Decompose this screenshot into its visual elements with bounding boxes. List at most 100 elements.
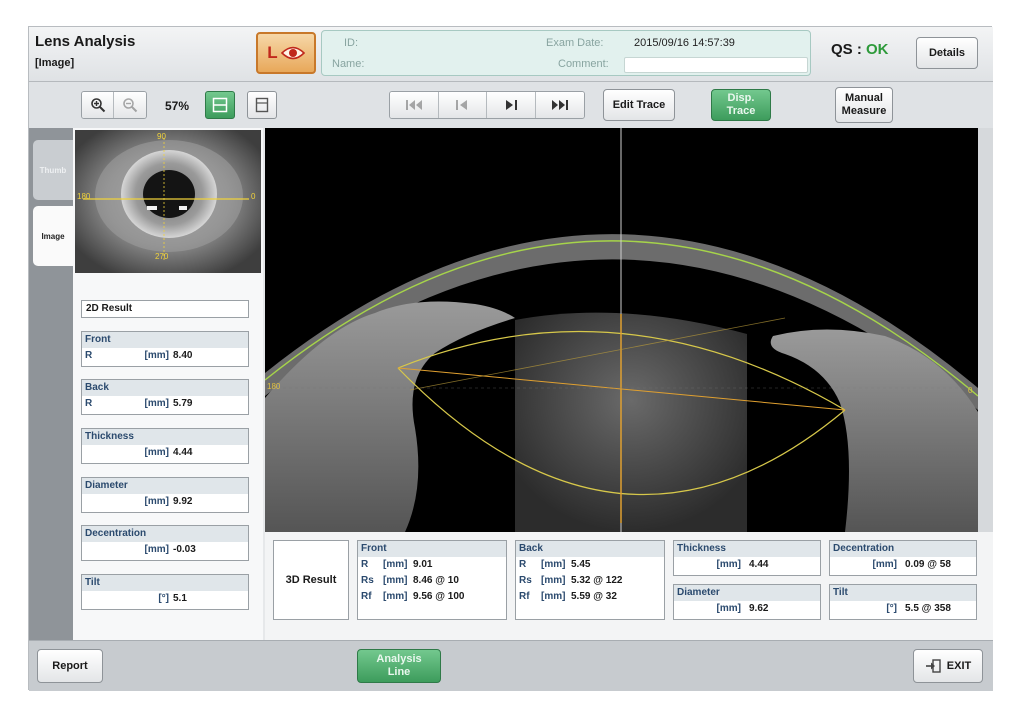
manual-measure-button[interactable]: Manual Measure — [835, 87, 893, 123]
qs-label: QS : — [831, 41, 862, 58]
back-3d-rs-value: 5.32 @ 122 — [571, 575, 623, 586]
decentration-3d-caption: Decentration — [830, 541, 976, 557]
tilt-row: [°] 5.1 — [82, 591, 248, 606]
image-scroll-strip[interactable] — [978, 128, 993, 532]
edit-trace-button[interactable]: Edit Trace — [603, 89, 675, 121]
diameter-caption: Diameter — [82, 478, 248, 494]
front-3d-caption: Front — [358, 541, 506, 557]
analysis-line-label-line1: Analysis — [376, 653, 422, 665]
result-2d-tilt: Tilt [°] 5.1 — [81, 574, 249, 610]
view-tab-strip: Thumb Image — [29, 128, 73, 640]
quality-score: QS : OK — [831, 41, 889, 58]
eye-icon — [280, 46, 305, 60]
back-3d-row: Rf [mm] 5.59 @ 32 — [516, 589, 664, 605]
front-3d-row: Rs [mm] 8.46 @ 10 — [358, 573, 506, 589]
exam-date-value: 2015/09/16 14:57:39 — [634, 37, 735, 49]
tab-image[interactable]: Image — [33, 206, 73, 266]
tilt-unit: [°] — [158, 593, 169, 604]
analysis-line-label-line2: Line — [387, 666, 411, 678]
details-button[interactable]: Details — [916, 37, 978, 69]
back-3d-r-unit: [mm] — [541, 559, 566, 570]
exit-icon — [925, 659, 941, 673]
exit-button[interactable]: EXIT — [913, 649, 983, 683]
diameter-3d-unit: [mm] — [716, 603, 741, 614]
thumb-left-marker: 180 — [77, 192, 91, 201]
result-2d-title: 2D Result — [81, 300, 249, 318]
zoom-out-button[interactable] — [114, 92, 146, 118]
layout-horizontal-button[interactable] — [205, 91, 235, 119]
result-3d-title: 3D Result — [273, 540, 349, 620]
thickness-value: 4.44 — [173, 447, 193, 458]
zoom-in-icon — [90, 98, 105, 113]
front-3d-rf-value: 9.56 @ 100 — [413, 591, 465, 602]
disp-trace-label-line2: Trace — [726, 105, 756, 117]
comment-field[interactable] — [624, 57, 808, 73]
exam-date-label: Exam Date: — [546, 37, 604, 49]
front-3d-rf-label: Rf — [361, 591, 372, 602]
result-3d-panel: 3D Result Front R [mm] 9.01 Rs [mm] 8.46 @ 1… — [265, 532, 993, 640]
back-3d-r-value: 5.45 — [571, 559, 591, 570]
layout-panel-icon — [255, 97, 269, 113]
previous-frame-button[interactable] — [438, 92, 487, 118]
tilt-caption: Tilt — [82, 575, 248, 591]
thickness-3d-caption: Thickness — [674, 541, 820, 557]
back-3d-rs-unit: [mm] — [541, 575, 566, 586]
scan-left-marker: 180 — [267, 382, 281, 391]
zoom-in-button[interactable] — [82, 92, 115, 118]
diameter-row: [mm] 9.92 — [82, 494, 248, 509]
decentration-row: [mm] -0.03 — [82, 542, 248, 557]
disp-trace-button[interactable]: Disp. Trace — [711, 89, 771, 121]
front-3d-r-label: R — [361, 559, 369, 570]
result-3d-diameter: Diameter [mm] 9.62 — [673, 584, 821, 620]
thickness-caption: Thickness — [82, 429, 248, 445]
tab-thumb[interactable]: Thumb — [33, 140, 73, 200]
front-row: R [mm] 8.40 — [82, 348, 248, 363]
diameter-value: 9.92 — [173, 496, 193, 507]
thickness-3d-unit: [mm] — [716, 559, 741, 570]
result-3d-decentration: Decentration [mm] 0.09 @ 58 — [829, 540, 977, 576]
back-sub: R — [85, 398, 93, 409]
back-3d-r-label: R — [519, 559, 527, 570]
skip-last-icon — [551, 100, 568, 110]
analysis-line-button[interactable]: Analysis Line — [357, 649, 441, 683]
back-3d-rf-label: Rf — [519, 591, 530, 602]
front-3d-rs-value: 8.46 @ 10 — [413, 575, 459, 586]
last-frame-button[interactable] — [535, 92, 584, 118]
oct-scan-image[interactable]: 180 0 — [265, 128, 978, 532]
thumb-top-marker: 90 — [157, 132, 166, 141]
zoom-out-icon — [123, 98, 138, 113]
back-3d-rs-label: Rs — [519, 575, 532, 586]
decentration-unit: [mm] — [144, 544, 169, 555]
front-unit: [mm] — [144, 350, 169, 361]
decentration-caption: Decentration — [82, 526, 248, 542]
thickness-3d-value: 4.44 — [749, 559, 769, 570]
next-frame-button[interactable] — [487, 92, 536, 118]
name-label: Name: — [332, 58, 365, 70]
result-3d-front: Front R [mm] 9.01 Rs [mm] 8.46 @ 10 Rf [mm] 9.… — [357, 540, 507, 620]
app-title: Lens Analysis — [35, 33, 136, 50]
thumb-right-marker: 0 — [251, 192, 256, 201]
tilt-3d-unit: [°] — [886, 603, 897, 614]
thumb-bottom-marker: 270 — [155, 252, 169, 261]
comment-label: Comment: — [558, 58, 609, 70]
back-row: R [mm] 5.79 — [82, 396, 248, 411]
zoom-controls — [81, 91, 147, 119]
id-label: ID: — [344, 37, 359, 49]
oct-cross-section — [265, 128, 978, 532]
anterior-eye-thumbnail[interactable]: 90 270 180 0 — [75, 130, 261, 273]
result-2d-thickness: Thickness [mm] 4.44 — [81, 428, 249, 464]
tilt-3d-caption: Tilt — [830, 585, 976, 601]
eye-side-indicator: L — [256, 32, 316, 74]
back-3d-rf-unit: [mm] — [541, 591, 566, 602]
exit-label: EXIT — [946, 659, 972, 672]
front-3d-r-value: 9.01 — [413, 559, 433, 570]
first-frame-button[interactable] — [390, 92, 439, 118]
skip-first-icon — [405, 100, 422, 110]
front-value: 8.40 — [173, 350, 193, 361]
front-sub: R — [85, 350, 93, 361]
report-button[interactable]: Report — [37, 649, 103, 683]
layout-single-button[interactable] — [247, 91, 277, 119]
header-bar: Lens Analysis [Image] L ID: Name: Exam D… — [29, 27, 993, 82]
frame-navigation — [389, 91, 585, 119]
view-subtitle: [Image] — [35, 57, 75, 69]
